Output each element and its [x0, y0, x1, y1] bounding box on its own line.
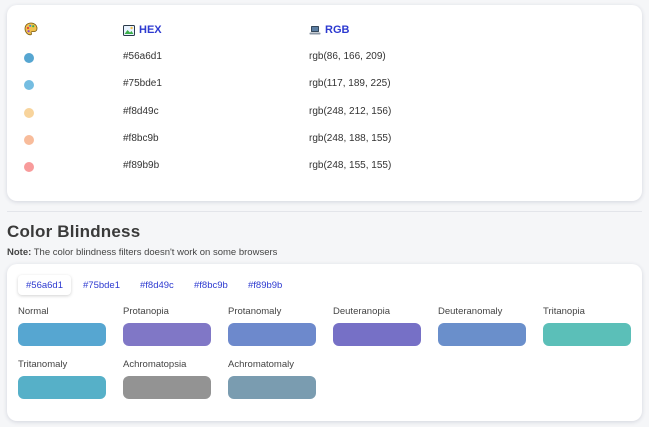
sim-label-deuteranomaly: Deuteranomaly: [438, 306, 503, 317]
swatch-normal: [18, 323, 106, 346]
swatch-protanomaly: [228, 323, 316, 346]
color-dot: [24, 53, 34, 63]
sim-label-achromatopsia: Achromatopsia: [123, 359, 187, 370]
hex-value: #f8d49c: [123, 106, 159, 117]
image-icon: [123, 24, 135, 36]
swatch-tritanopia: [543, 323, 631, 346]
tab-color-3[interactable]: #f8d49c: [132, 275, 182, 295]
rgb-header-label: RGB: [325, 24, 350, 36]
browser-note: Note: The color blindness filters doesn'…: [7, 247, 277, 258]
hex-value: #75bde1: [123, 78, 162, 89]
hex-header-label: HEX: [139, 24, 162, 36]
laptop-icon: [309, 25, 321, 36]
rgb-value: rgb(117, 189, 225): [309, 78, 391, 89]
sim-label-tritanomaly: Tritanomaly: [18, 359, 68, 370]
palette-icon: [24, 22, 38, 36]
hex-value: #f8bc9b: [123, 133, 159, 144]
sim-label-normal: Normal: [18, 306, 49, 317]
color-dot: [24, 135, 34, 145]
color-row: #f89b9b rgb(248, 155, 155): [7, 160, 642, 174]
tab-color-4[interactable]: #f8bc9b: [186, 275, 236, 295]
note-label: Note:: [7, 247, 32, 258]
hex-column-header: HEX: [123, 24, 162, 36]
swatch-deuteranopia: [333, 323, 421, 346]
color-dot: [24, 80, 34, 90]
swatch-achromatopsia: [123, 376, 211, 399]
hex-value: #56a6d1: [123, 51, 162, 62]
section-title: Color Blindness: [7, 222, 141, 241]
rgb-value: rgb(248, 212, 156): [309, 106, 392, 117]
rgb-column-header: RGB: [309, 24, 349, 36]
color-row: #f8bc9b rgb(248, 188, 155): [7, 133, 642, 147]
rgb-value: rgb(248, 188, 155): [309, 133, 392, 144]
color-blindness-card: #56a6d1 #75bde1 #f8d49c #f8bc9b #f89b9b …: [7, 264, 642, 421]
sim-label-tritanopia: Tritanopia: [543, 306, 585, 317]
tab-color-5[interactable]: #f89b9b: [240, 275, 290, 295]
swatch-protanopia: [123, 323, 211, 346]
tab-color-2[interactable]: #75bde1: [75, 275, 128, 295]
color-dot: [24, 108, 34, 118]
swatch-deuteranomaly: [438, 323, 526, 346]
color-row: #f8d49c rgb(248, 212, 156): [7, 106, 642, 120]
color-dot: [24, 162, 34, 172]
section-divider: [7, 211, 642, 212]
color-row: #75bde1 rgb(117, 189, 225): [7, 78, 642, 92]
hex-value: #f89b9b: [123, 160, 160, 171]
tab-color-1[interactable]: #56a6d1: [18, 275, 71, 295]
rgb-value: rgb(248, 155, 155): [309, 160, 392, 171]
sim-label-protanopia: Protanopia: [123, 306, 169, 317]
sim-label-achromatomaly: Achromatomaly: [228, 359, 294, 370]
swatch-achromatomaly: [228, 376, 316, 399]
sim-label-protanomaly: Protanomaly: [228, 306, 282, 317]
swatch-tritanomaly: [18, 376, 106, 399]
palette-card: HEX RGB #56a6d1 rgb(86, 166, 209) #75bde…: [7, 5, 642, 201]
rgb-value: rgb(86, 166, 209): [309, 51, 386, 62]
sim-label-deuteranopia: Deuteranopia: [333, 306, 391, 317]
color-row: #56a6d1 rgb(86, 166, 209): [7, 51, 642, 65]
note-text: The color blindness filters doesn't work…: [31, 247, 278, 258]
